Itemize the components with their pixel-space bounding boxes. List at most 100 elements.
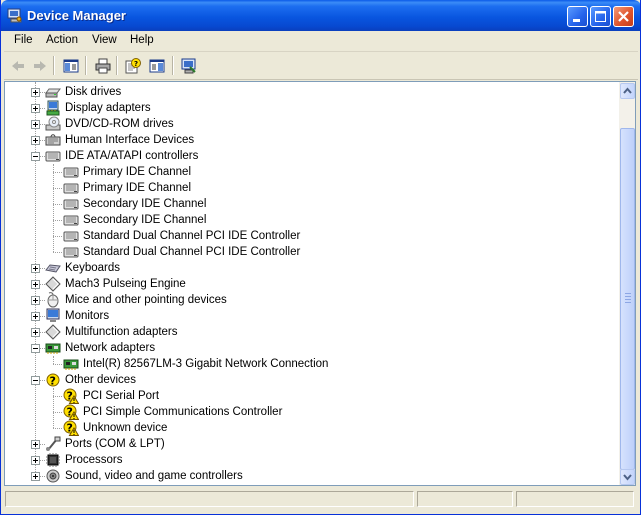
- tree-expander-plus[interactable]: [31, 328, 40, 337]
- tree-expander-minus[interactable]: [31, 376, 40, 385]
- tree-item-label: Processors: [65, 454, 123, 466]
- ide-controller-icon: [45, 151, 61, 162]
- title-bar[interactable]: Device Manager: [1, 0, 640, 31]
- toolbar: ?: [4, 52, 638, 80]
- tree-expander-plus[interactable]: [31, 88, 40, 97]
- status-pane-3: [516, 491, 634, 507]
- tree-item-label: Keyboards: [65, 262, 120, 274]
- tree-expander-plus[interactable]: [31, 264, 40, 273]
- show-hide-console-tree-icon: [63, 59, 79, 73]
- close-icon: [618, 11, 629, 22]
- action-pane-button[interactable]: [146, 55, 168, 77]
- maximize-button[interactable]: [590, 6, 611, 27]
- tree-item-label: PCI Simple Communications Controller: [83, 406, 283, 418]
- chevron-up-icon: [623, 87, 632, 94]
- minimize-icon: [573, 19, 580, 22]
- ide-controller-icon: [63, 167, 79, 178]
- unknown-device-warning-icon: ?: [63, 388, 79, 404]
- scan-hardware-icon: [181, 58, 196, 74]
- tree-expander-plus[interactable]: [31, 312, 40, 321]
- tree-item-label: Secondary IDE Channel: [83, 198, 207, 210]
- menu-view[interactable]: View: [92, 34, 117, 46]
- tree-item-label: Network adapters: [65, 342, 156, 354]
- forward-button[interactable]: [29, 55, 51, 77]
- tree-item-label: Sound, video and game controllers: [65, 470, 243, 482]
- tree-item-label: Disk drives: [65, 86, 122, 98]
- processor-icon: [46, 453, 60, 467]
- ide-controller-icon: [63, 183, 79, 194]
- scroll-thumb[interactable]: [620, 128, 635, 470]
- ide-controller-icon: [63, 231, 79, 242]
- status-pane-2: [417, 491, 513, 507]
- tree-item-label: PCI Serial Port: [83, 390, 160, 402]
- action-pane-icon: [149, 59, 165, 73]
- tree-item-label: Display adapters: [65, 102, 151, 114]
- tree-item-label: Monitors: [65, 310, 110, 322]
- disk-drive-icon: [45, 88, 61, 98]
- unknown-device-icon: ?: [46, 373, 60, 388]
- device-tree[interactable]: Disk drives Display adapters DVD/CD-ROM …: [4, 81, 619, 486]
- tree-expander-plus[interactable]: [31, 472, 40, 481]
- print-button[interactable]: [92, 55, 114, 77]
- tree-expander-minus[interactable]: [31, 152, 40, 161]
- hid-icon: [45, 134, 61, 146]
- ide-controller-icon: [63, 199, 79, 210]
- tree-item-label: Secondary IDE Channel: [83, 214, 207, 226]
- status-pane-main: [5, 491, 414, 507]
- unknown-device-warning-icon: ?: [63, 420, 79, 436]
- properties-button[interactable]: ?: [122, 55, 144, 77]
- tree-expander-plus[interactable]: [31, 440, 40, 449]
- tree-item-label: Intel(R) 82567LM-3 Gigabit Network Conne…: [83, 358, 329, 370]
- tree-expander-plus[interactable]: [31, 120, 40, 129]
- tree-item-label: Unknown device: [83, 422, 168, 434]
- generic-device-icon: [45, 276, 61, 292]
- menu-bar: File Action View Help: [4, 31, 638, 52]
- device-manager-icon: [7, 8, 22, 23]
- tree-item-label: DVD/CD-ROM drives: [65, 118, 174, 130]
- tree-item-label: Mach3 Pulseing Engine: [65, 278, 186, 290]
- tree-item-label: Standard Dual Channel PCI IDE Controller: [83, 230, 301, 242]
- port-icon: [46, 436, 61, 451]
- scroll-up-button[interactable]: [620, 83, 635, 99]
- sound-icon: [46, 469, 60, 483]
- menu-action[interactable]: Action: [46, 34, 78, 46]
- unknown-device-warning-icon: ?: [63, 404, 79, 420]
- tree-item-label: Primary IDE Channel: [83, 182, 192, 194]
- tree-expander-plus[interactable]: [31, 456, 40, 465]
- print-icon: [95, 58, 111, 74]
- chevron-down-icon: [623, 474, 632, 481]
- scroll-down-button[interactable]: [620, 469, 635, 485]
- mouse-icon: [47, 292, 59, 308]
- properties-help-icon: ?: [125, 58, 141, 74]
- show-hide-console-tree-button[interactable]: [60, 55, 82, 77]
- window-title: Device Manager: [27, 8, 126, 23]
- svg-text:?: ?: [50, 375, 56, 388]
- menu-help[interactable]: Help: [130, 34, 154, 46]
- tree-item-label: Other devices: [65, 374, 136, 386]
- ide-controller-icon: [63, 215, 79, 226]
- maximize-icon: [595, 11, 606, 22]
- network-adapter-icon: [63, 359, 79, 370]
- tree-expander-plus[interactable]: [31, 296, 40, 305]
- tree-expander-minus[interactable]: [31, 344, 40, 353]
- back-button[interactable]: [7, 55, 29, 77]
- device-manager-window: Device Manager File Action View Help ? D…: [0, 0, 641, 515]
- close-button[interactable]: [613, 6, 634, 27]
- tree-expander-plus[interactable]: [31, 280, 40, 289]
- ide-controller-icon: [63, 247, 79, 258]
- scan-hardware-button[interactable]: [178, 55, 200, 77]
- forward-arrow-icon: [34, 61, 46, 71]
- menu-file[interactable]: File: [14, 34, 33, 46]
- status-bar: [4, 488, 638, 510]
- tree-expander-plus[interactable]: [31, 136, 40, 145]
- back-arrow-icon: [12, 61, 24, 71]
- tree-expander-plus[interactable]: [31, 104, 40, 113]
- tree-item-label: IDE ATA/ATAPI controllers: [65, 150, 199, 162]
- tree-item-label: Multifunction adapters: [65, 326, 178, 338]
- svg-text:?: ?: [134, 60, 138, 68]
- monitor-icon: [46, 308, 60, 322]
- tree-item-label: Primary IDE Channel: [83, 166, 192, 178]
- tree-item-label: Ports (COM & LPT): [65, 438, 165, 450]
- minimize-button[interactable]: [567, 6, 588, 27]
- vertical-scrollbar[interactable]: [619, 81, 636, 486]
